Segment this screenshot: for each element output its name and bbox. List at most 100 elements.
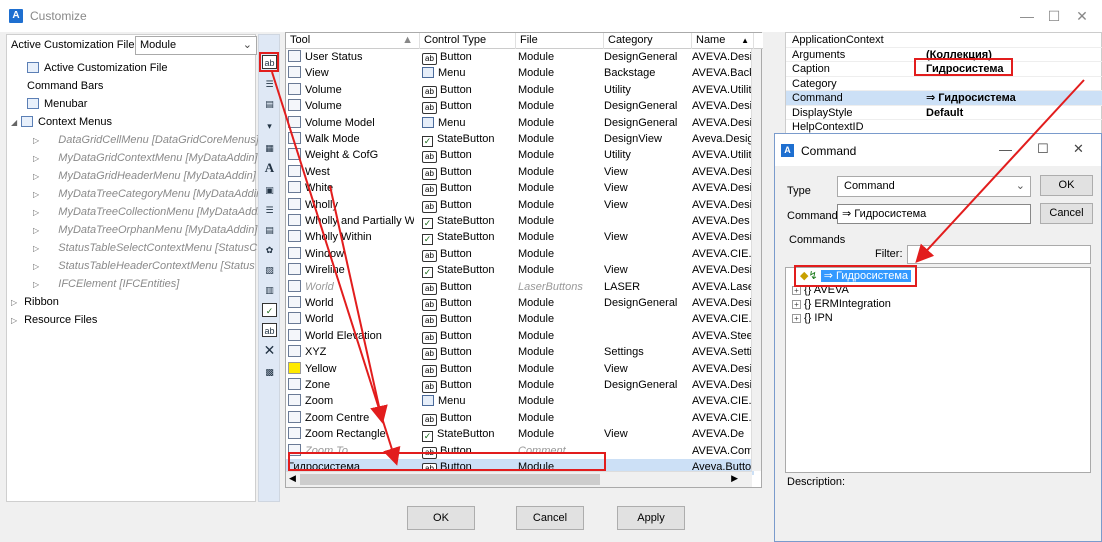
command-cancel-button[interactable]: Cancel	[1040, 203, 1093, 224]
property-row[interactable]: ApplicationContext	[786, 33, 1102, 48]
filter-input[interactable]	[907, 245, 1091, 264]
table-row[interactable]: Volume ab Button Module Utility AVEVA.Utilit	[286, 82, 754, 98]
tree-item-context[interactable]: ▷ MyDataTreeCollectionMenu [MyDataAddi	[33, 203, 260, 221]
command-tree-item-ipn[interactable]: +{} IPN	[792, 312, 833, 325]
tree-item-context-menus[interactable]: ◢ Context Menus	[11, 113, 112, 131]
tree-item-context[interactable]: ▷ StatusTableHeaderContextMenu [Status	[33, 257, 255, 275]
cell-name: AVEVA.Com	[692, 444, 754, 457]
chart-icon[interactable]: ▥	[262, 283, 277, 297]
cell-tool: Wholly and Partially Wit..	[288, 213, 414, 229]
chevron-down-icon: ⌄	[242, 39, 252, 51]
apply-button[interactable]: Apply	[617, 506, 685, 530]
command-ok-button[interactable]: OK	[1040, 175, 1093, 196]
table-row[interactable]: White ab Button Module View AVEVA.Desi	[286, 180, 754, 197]
table-row[interactable]: Wholly ab Button Module View AVEVA.Desi	[286, 197, 754, 213]
table-row[interactable]: User Status ab Button Module DesignGeneral AV…	[286, 49, 754, 65]
table-row[interactable]: West ab Button Module View AVEVA.Desi	[286, 164, 754, 180]
minimize-icon[interactable]: —	[999, 142, 1012, 157]
vertical-scrollbar[interactable]	[751, 49, 761, 471]
table-row[interactable]: Zone ab Button Module DesignGeneral AVEVA.Des…	[286, 377, 754, 393]
table-row[interactable]: Volume Model Menu Module DesignGeneral AVEVA…	[286, 115, 754, 131]
tree-item-menubar[interactable]: Menubar	[27, 95, 87, 113]
checkbox-type-icon[interactable]: ✓	[262, 303, 277, 317]
table-row[interactable]: Zoom Centre ab Button Module AVEVA.CIE.	[286, 410, 754, 426]
column-header-tool[interactable]: Tool ▲	[286, 33, 420, 49]
cell-file: Module	[518, 51, 555, 63]
table-row[interactable]: Yellow ab Button Module View AVEVA.Desi	[286, 361, 754, 377]
cancel-button[interactable]: Cancel	[516, 506, 584, 530]
property-row[interactable]: Category	[786, 77, 1102, 91]
command-dialog-title: Command	[801, 144, 857, 158]
column-header-category[interactable]: Category	[604, 33, 692, 49]
close-icon[interactable]: ✕	[1073, 141, 1084, 157]
maximize-icon[interactable]: ☐	[1044, 6, 1064, 26]
table-row[interactable]: Window ab Button Module AVEVA.CIE.	[286, 246, 754, 262]
picture-icon[interactable]: ▩	[262, 365, 277, 379]
tree-item-context[interactable]: ▷ IFCElement [IFCEntities]	[33, 275, 179, 293]
active-customization-file-select[interactable]: Module ⌄	[135, 36, 257, 55]
minimize-icon[interactable]: —	[1017, 6, 1037, 26]
table-row[interactable]: View Menu Module Backstage AVEVA.Back	[286, 65, 754, 81]
table-row[interactable]: World ab Button Module DesignGeneral AVEVA.De…	[286, 295, 754, 311]
horizontal-scroll-thumb[interactable]	[300, 474, 600, 485]
stack-type-icon[interactable]: ☰	[262, 203, 277, 217]
close-icon[interactable]: ✕	[1072, 6, 1092, 26]
cell-file: Module	[518, 297, 555, 309]
menu-type-icon[interactable]: ☰	[262, 77, 277, 91]
delete-icon[interactable]: ✕	[262, 343, 277, 357]
cell-file: Module	[518, 165, 555, 178]
gallery-type-icon[interactable]: ▦	[262, 141, 277, 155]
cell-control-type: ab Button	[422, 410, 512, 426]
tree-item-context[interactable]: ▷ MyDataGridHeaderMenu [MyDataAddin]	[33, 167, 256, 185]
color-picker-icon[interactable]: ✿	[262, 243, 277, 257]
tree-item-context[interactable]: ▷ MyDataGridContextMenu [MyDataAddin]	[33, 149, 258, 167]
tree-item-context[interactable]: ▷ MyDataTreeOrphanMenu [MyDataAddin]	[33, 221, 257, 239]
tool-icon	[288, 296, 301, 308]
font-type-icon[interactable]: A	[262, 161, 277, 175]
column-header-control-type[interactable]: Control Type	[420, 33, 516, 49]
table-row[interactable]: Zoom Rectangle ✓ StateButton Module View AVEV…	[286, 426, 754, 443]
maximize-icon[interactable]: ☐	[1037, 141, 1049, 157]
table-row[interactable]: Zoom Menu Module AVEVA.CIE.	[286, 393, 754, 409]
tree-item-command-bars[interactable]: Command Bars	[27, 77, 103, 95]
table-row[interactable]: Wireline ✓ StateButton Module View AVEVA.Desi	[286, 262, 754, 279]
button-type-icon: ab	[422, 315, 437, 328]
type-select[interactable]: Command ⌄	[837, 176, 1031, 197]
property-row[interactable]: Command ⇒ Гидросистема	[786, 91, 1102, 106]
table-row[interactable]: Weight & CofG ab Button Module Utility AVEVA.…	[286, 147, 754, 164]
split-type-icon[interactable]: ▣	[262, 183, 277, 197]
property-row[interactable]: DisplayStyle Default	[786, 106, 1102, 120]
image-icon[interactable]: ▨	[262, 263, 277, 277]
cell-category	[604, 443, 692, 459]
table-row[interactable]: World ab Button Module AVEVA.CIE.	[286, 311, 754, 328]
tree-item-context[interactable]: ▷ DataGridCellMenu [DataGridCoreMenus]	[33, 131, 259, 149]
column-header-file[interactable]: File	[516, 33, 604, 49]
tree-item-active-file[interactable]: Active Customization File	[27, 59, 168, 77]
cell-control-type: ✓ StateButton	[422, 133, 495, 147]
button-type-icon: ab	[422, 53, 437, 65]
command-tree-item-ermintegration[interactable]: +{} ERMIntegration	[792, 298, 891, 311]
ok-button[interactable]: OK	[407, 506, 475, 530]
tree-item-ribbon[interactable]: ▷ Ribbon	[11, 293, 59, 311]
horizontal-scrollbar[interactable]: ◀ ▶	[286, 471, 752, 487]
cell-category: View	[604, 362, 628, 375]
table-row[interactable]: Wholly Within ✓ StateButton Module View AVEVA…	[286, 229, 754, 246]
table-row[interactable]: Walk Mode ✓ StateButton Module DesignView Ave…	[286, 131, 754, 147]
tree-item-context[interactable]: ▷ StatusTableSelectContextMenu [StatusC	[33, 239, 257, 257]
list-type-icon[interactable]: ▤	[262, 97, 277, 111]
table-row[interactable]: XYZ ab Button Module Settings AVEVA.Setti	[286, 344, 754, 361]
table-row[interactable]: World ab Button LaserButtons LASER AVEVA.Lase	[286, 279, 754, 295]
table-row[interactable]: Wholly and Partially Wit.. ✓StateButton Mo…	[286, 213, 754, 229]
button-type-icon: ab	[422, 331, 437, 344]
table-row[interactable]: World Elevation ab Button Module AVEVA.Stee	[286, 328, 754, 344]
textbox-type-icon[interactable]: ab	[262, 323, 277, 337]
list-box-icon[interactable]: ▤	[262, 223, 277, 237]
property-value: ⇒ Гидросистема	[926, 92, 1016, 104]
table-row[interactable]: Volume ab Button Module DesignGeneral AVEVA.D…	[286, 98, 754, 115]
tree-item-context[interactable]: ▷ MyDataTreeCategoryMenu [MyDataAddin	[33, 185, 262, 203]
tree-item-resource-files[interactable]: ▷ Resource Files	[11, 311, 97, 329]
command-input[interactable]: ⇒ Гидросистема	[837, 204, 1031, 224]
cell-category	[604, 328, 692, 344]
column-header-name[interactable]: Name ▲	[692, 33, 754, 49]
combo-type-icon[interactable]: ▾	[262, 119, 277, 133]
